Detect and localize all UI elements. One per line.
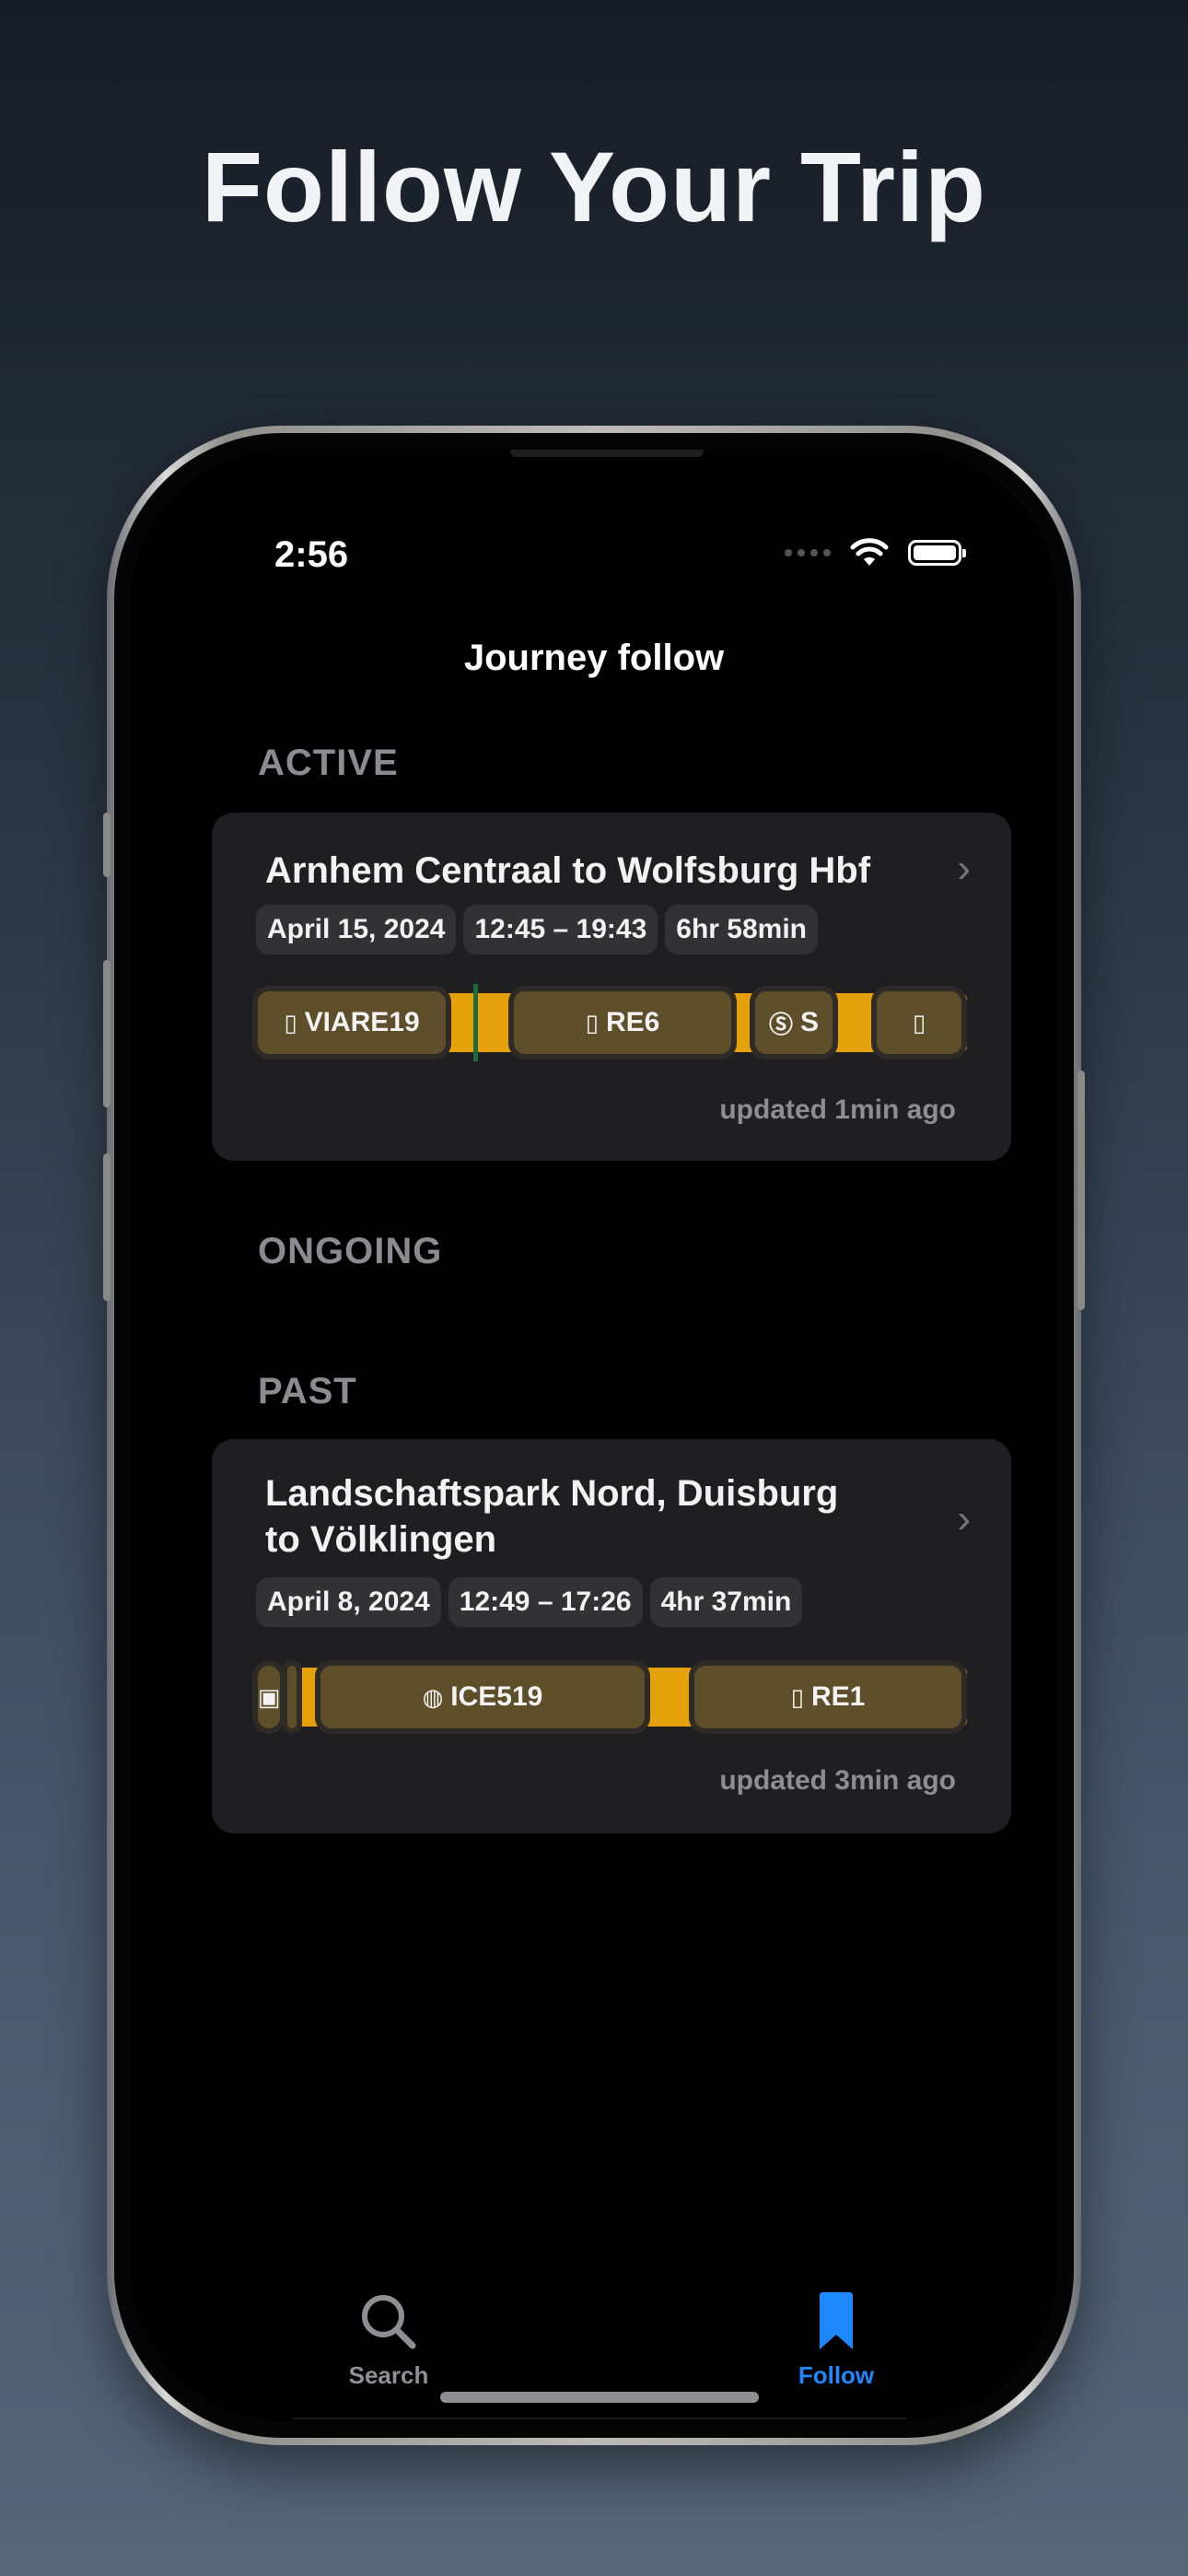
updated-time: updated 3min ago: [719, 1765, 956, 1796]
timeline-segment: ◍ ICE519: [315, 1660, 650, 1734]
bookmark-icon: [820, 2292, 853, 2349]
journey-title-line1: Landschaftspark Nord, Duisburg: [265, 1473, 839, 1514]
timeline-segment: ▯ VIARE19: [252, 986, 451, 1060]
status-time: 2:56: [274, 534, 349, 575]
tab-search-label: Search: [348, 2361, 429, 2389]
phone-screen: 2:56 Journey follow ACTIVE Arnhem Centra…: [131, 450, 1057, 2421]
journey-date: April 8, 2024: [256, 1577, 441, 1627]
timeline-segment: [282, 1660, 302, 1734]
active-journey-card[interactable]: Arnhem Centraal to Wolfsburg Hbf › April…: [212, 813, 1011, 1161]
journey-timeline: ▯ VIARE19 ▯ RE6 Ⓢ S ▯: [252, 984, 967, 1061]
tab-follow[interactable]: Follow: [744, 2292, 928, 2390]
updated-time: updated 1min ago: [719, 1095, 956, 1125]
past-journey-card[interactable]: Landschaftspark Nord, Duisburg to Völkli…: [212, 1439, 1011, 1833]
volume-down-button: [103, 1153, 111, 1301]
journey-date: April 15, 2024: [256, 905, 457, 954]
phone-frame: 2:56 Journey follow ACTIVE Arnhem Centra…: [103, 426, 1085, 2445]
section-label-active: ACTIVE: [258, 743, 399, 783]
journey-title: Arnhem Centraal to Wolfsburg Hbf: [265, 850, 871, 891]
journey-info-chips: April 8, 2024 12:49 – 17:26 4hr 37min: [256, 1577, 803, 1627]
power-button: [1077, 1071, 1085, 1310]
journey-time-range: 12:49 – 17:26: [448, 1577, 643, 1627]
chevron-right-icon: ›: [957, 1496, 971, 1541]
tab-follow-label: Follow: [798, 2361, 875, 2389]
mute-switch: [103, 813, 111, 877]
section-label-ongoing: ONGOING: [258, 1231, 443, 1271]
journey-info-chips: April 15, 2024 12:45 – 19:43 6hr 58min: [256, 905, 818, 954]
journey-timeline: ▣ ◍ ICE519 ▯ RE1: [252, 1660, 967, 1734]
train-icon: ▯: [284, 1008, 297, 1036]
timeline-segment: Ⓢ S: [750, 986, 838, 1060]
timeline-segment: ▯: [871, 986, 967, 1060]
current-position-marker: [473, 984, 478, 1061]
chevron-right-icon: ›: [957, 846, 971, 891]
home-indicator[interactable]: [440, 2392, 759, 2403]
train-icon: ▯: [790, 1682, 804, 1711]
nav-title: Journey follow: [463, 638, 725, 678]
cellular-signal-icon: [785, 549, 831, 556]
battery-icon: [908, 540, 966, 566]
ice-train-icon: ◍: [422, 1682, 444, 1711]
tram-icon: ▣: [257, 1682, 281, 1711]
search-icon: [362, 2295, 416, 2349]
volume-up-button: [103, 960, 111, 1107]
journey-time-range: 12:45 – 19:43: [463, 905, 658, 954]
journey-duration: 6hr 58min: [665, 905, 818, 954]
wifi-icon: [850, 538, 889, 566]
timeline-segment: ▯ RE1: [689, 1660, 967, 1734]
timeline-segment: ▣: [252, 1660, 285, 1734]
journey-duration: 4hr 37min: [649, 1577, 803, 1627]
phone-bezel: 2:56 Journey follow ACTIVE Arnhem Centra…: [114, 433, 1074, 2438]
timeline-segment: ▯ RE6: [508, 986, 737, 1060]
hero-title: Follow Your Trip: [202, 131, 986, 242]
journey-title-line2: to Völklingen: [265, 1519, 497, 1560]
speaker-grille: [510, 450, 704, 457]
sbahn-icon: Ⓢ: [768, 1010, 793, 1038]
train-icon: ▯: [912, 1008, 926, 1036]
divider: [293, 2418, 906, 2419]
status-indicators: [785, 538, 966, 568]
tab-search[interactable]: Search: [297, 2292, 481, 2390]
train-icon: ▯: [585, 1008, 599, 1036]
section-label-past: PAST: [258, 1371, 357, 1411]
